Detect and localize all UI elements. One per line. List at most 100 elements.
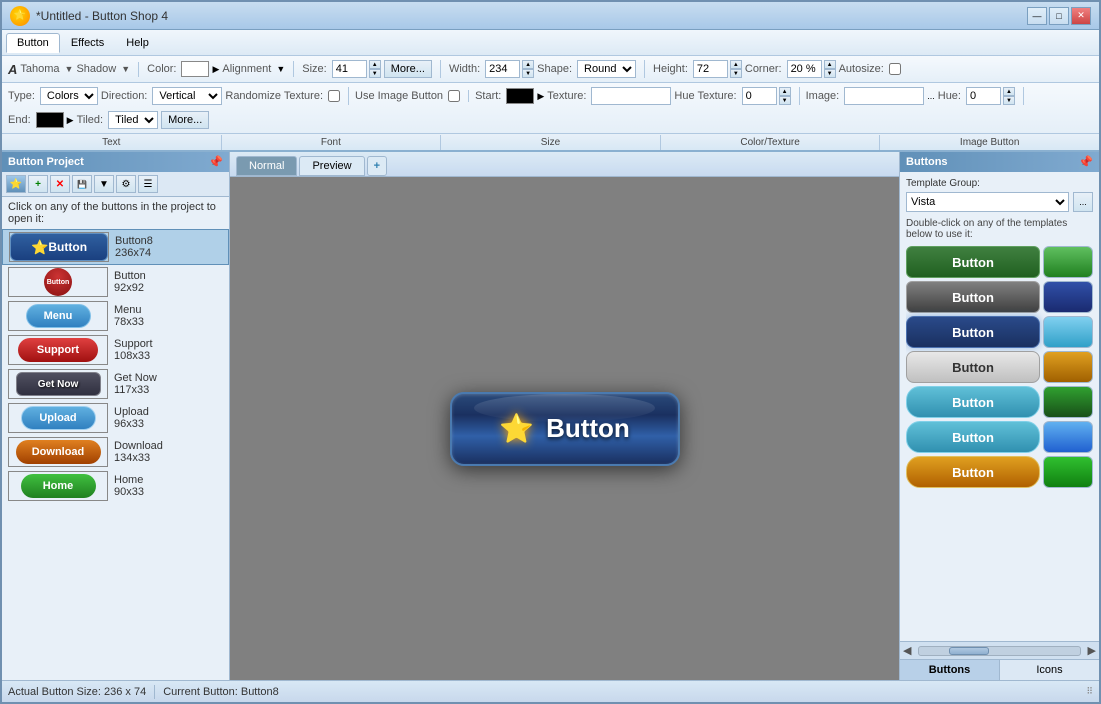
template-button-7[interactable]: Button [906,456,1040,488]
scroll-thumb[interactable] [949,647,989,655]
sidebar-item[interactable]: Get Now Get Now 117x33 [2,367,229,401]
image-input[interactable] [844,87,924,105]
new-button-btn[interactable]: ⭐ [6,175,26,193]
thumb-btn-5: Get Now [16,372,101,396]
sidebar-item[interactable]: ⭐ Button Button8 236x74 [2,229,229,265]
right-panel-pin-icon[interactable]: 📌 [1078,155,1093,169]
template-button-4[interactable]: Button [906,351,1040,383]
minimize-button[interactable]: — [1027,7,1047,25]
section-text: Text [2,135,222,150]
randomize-checkbox[interactable] [328,90,340,102]
template-button-6[interactable]: Button [906,421,1040,453]
hue-down[interactable]: ▼ [1003,96,1015,105]
hue-texture-down[interactable]: ▼ [779,96,791,105]
font-dropdown-icon[interactable]: ▼ [65,64,74,74]
canvas-tab-preview[interactable]: Preview [299,156,364,176]
sidebar-item[interactable]: Button Button 92x92 [2,265,229,299]
template-button-2[interactable]: Button [906,281,1040,313]
menu-tab-button[interactable]: Button [6,33,60,53]
height-down[interactable]: ▼ [730,69,742,78]
font-size-up[interactable]: ▲ [369,60,381,69]
type-select[interactable]: Colors [40,87,98,105]
save-btn[interactable]: 💾 [72,175,92,193]
template-side-3[interactable] [1043,316,1093,348]
sidebar-pin-icon[interactable]: 📌 [208,155,223,169]
sidebar-item[interactable]: Support Support 108x33 [2,333,229,367]
shape-select[interactable]: Round [577,60,636,78]
autosize-checkbox[interactable] [889,63,901,75]
list-btn[interactable]: ☰ [138,175,158,193]
right-panel-tab-icons[interactable]: Icons [1000,660,1099,680]
autosize-label: Autosize: [839,63,884,75]
menu-tab-effects[interactable]: Effects [60,33,115,53]
corner-spinner[interactable]: ▲ ▼ [824,60,836,78]
end-color-icon[interactable]: ▶ [67,115,74,126]
canvas-tab-normal[interactable]: Normal [236,156,297,176]
settings-btn[interactable]: ⚙ [116,175,136,193]
template-side-4[interactable] [1043,351,1093,383]
shadow-dropdown-icon[interactable]: ▼ [121,64,130,74]
scroll-left-btn[interactable]: ◀ [900,644,914,657]
height-spinner[interactable]: ▲ ▼ [730,60,742,78]
main-button-preview[interactable]: ⭐ Button [450,392,680,466]
width-input[interactable] [485,60,520,78]
image-browse-icon[interactable]: ... [927,91,935,101]
hue-spinner[interactable]: ▲ ▼ [1003,87,1015,105]
start-color-swatch[interactable] [506,88,534,104]
width-spinner[interactable]: ▲ ▼ [522,60,534,78]
corner-up[interactable]: ▲ [824,60,836,69]
save-dropdown-btn[interactable]: ▼ [94,175,114,193]
add-item-btn[interactable]: + [28,175,48,193]
more-button[interactable]: More... [384,60,432,78]
sidebar-item[interactable]: Upload Upload 96x33 [2,401,229,435]
template-group-select[interactable]: Vista [906,192,1069,212]
height-input[interactable] [693,60,728,78]
corner-input[interactable] [787,60,822,78]
hue-texture-spinner[interactable]: ▲ ▼ [779,87,791,105]
more-button2[interactable]: More... [161,111,209,129]
end-color-swatch[interactable] [36,112,64,128]
sidebar-item[interactable]: Menu Menu 78x33 [2,299,229,333]
font-size-input[interactable] [332,60,367,78]
menu-tab-help[interactable]: Help [115,33,160,53]
template-button-3[interactable]: Button [906,316,1040,348]
alignment-dropdown-icon[interactable]: ▼ [276,64,285,74]
maximize-button[interactable]: □ [1049,7,1069,25]
template-side-6[interactable] [1043,421,1093,453]
start-color-icon[interactable]: ▶ [537,91,544,102]
font-size-down[interactable]: ▼ [369,69,381,78]
template-side-7[interactable] [1043,456,1093,488]
hue-up[interactable]: ▲ [1003,87,1015,96]
use-image-checkbox[interactable] [448,90,460,102]
sidebar-item[interactable]: Home Home 90x33 [2,469,229,503]
width-down[interactable]: ▼ [522,69,534,78]
resize-handle-icon[interactable]: ⠿ [1086,686,1093,697]
sidebar-item-size-1: 236x74 [115,247,153,259]
template-button-5[interactable]: Button [906,386,1040,418]
remove-item-btn[interactable]: ✕ [50,175,70,193]
hue-input[interactable] [966,87,1001,105]
direction-select[interactable]: Vertical [152,87,222,105]
thumb-btn-7: Download [16,440,101,464]
font-size-spinner[interactable]: ▲ ▼ [369,60,381,78]
hue-texture-up[interactable]: ▲ [779,87,791,96]
height-up[interactable]: ▲ [730,60,742,69]
color-swatch[interactable] [181,61,209,77]
right-panel-tab-buttons[interactable]: Buttons [900,660,1000,680]
template-side-5[interactable] [1043,386,1093,418]
scroll-right-btn[interactable]: ▶ [1085,644,1099,657]
texture-input[interactable] [591,87,671,105]
sidebar-item-name-6: Upload [114,406,149,418]
close-button[interactable]: ✕ [1071,7,1091,25]
template-side-1[interactable] [1043,246,1093,278]
hue-texture-input[interactable] [742,87,777,105]
corner-down[interactable]: ▼ [824,69,836,78]
sidebar-item[interactable]: Download Download 134x33 [2,435,229,469]
template-button-1[interactable]: Button [906,246,1040,278]
template-menu-btn[interactable]: ... [1073,192,1093,212]
tiled-select[interactable]: Tiled [108,111,158,129]
width-up[interactable]: ▲ [522,60,534,69]
canvas-tab-add[interactable]: + [367,156,387,176]
template-side-2[interactable] [1043,281,1093,313]
color-more-icon[interactable]: ▶ [212,64,219,75]
